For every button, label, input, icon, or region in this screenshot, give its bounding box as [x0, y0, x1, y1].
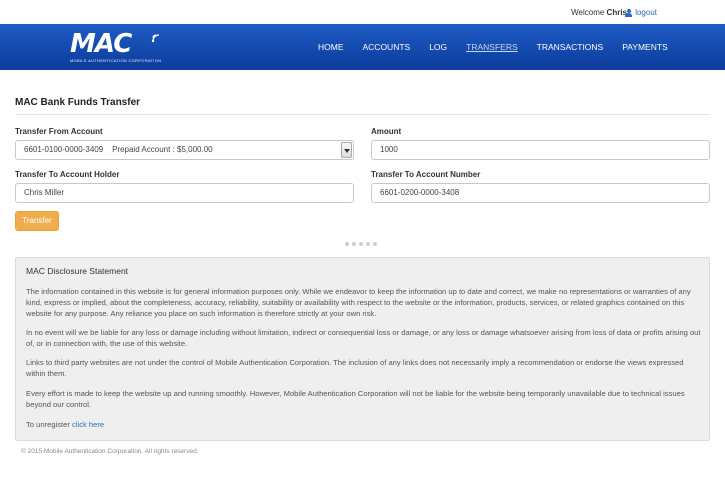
disclosure-paragraph-3: Links to third party websites are not un… [26, 358, 684, 378]
unregister-prefix: To unregister [26, 420, 70, 429]
pager-dot[interactable] [373, 242, 377, 246]
logout-label: logout [635, 8, 657, 17]
chevron-down-icon[interactable] [341, 142, 352, 158]
pager-dots [345, 242, 377, 246]
main-navbar: MAC MOBILE AUTHENTICATION CORPORATION HO… [0, 24, 725, 70]
transfer-button[interactable]: Transfer [15, 211, 59, 231]
disclosure-paragraph-4: Every effort is made to keep the website… [26, 389, 685, 409]
welcome-prefix: Welcome [571, 8, 605, 17]
nav-transfers[interactable]: TRANSFERS [466, 42, 517, 52]
amount-input[interactable]: 1000 [371, 140, 710, 160]
divider [15, 114, 710, 115]
nav-log[interactable]: LOG [429, 42, 447, 52]
logo-subtitle: MOBILE AUTHENTICATION CORPORATION [70, 58, 162, 63]
nav-home[interactable]: HOME [318, 42, 344, 52]
top-bar: Welcome Chris logout [0, 0, 725, 24]
from-account-value: 6601-0100-0000-3409 Prepaid Account : $5… [24, 145, 213, 154]
account-number-label: Transfer To Account Number [371, 170, 481, 179]
disclosure-paragraph-1: The information contained in this websit… [26, 287, 691, 318]
nav-transactions[interactable]: TRANSACTIONS [537, 42, 604, 52]
user-icon [625, 8, 633, 17]
logout-link[interactable]: logout [625, 8, 657, 17]
nav-payments[interactable]: PAYMENTS [622, 42, 668, 52]
pager-dot[interactable] [366, 242, 370, 246]
disclosure-paragraph-2: In no event will we be liable for any lo… [26, 328, 701, 348]
amount-label: Amount [371, 127, 402, 136]
signal-wave-icon [151, 34, 160, 43]
pager-dot[interactable] [345, 242, 349, 246]
from-account-label: Transfer From Account [15, 127, 103, 136]
pager-dot[interactable] [352, 242, 356, 246]
nav-menu: HOME ACCOUNTS LOG TRANSFERS TRANSACTIONS… [318, 42, 687, 52]
unregister-line: To unregister click here [26, 419, 701, 430]
welcome-text: Welcome Chris [571, 8, 627, 17]
logo-mark: MAC [70, 29, 132, 59]
username: Chris [606, 8, 627, 17]
from-account-select[interactable]: 6601-0100-0000-3409 Prepaid Account : $5… [15, 140, 354, 160]
disclosure-panel: MAC Disclosure Statement The information… [15, 257, 710, 441]
account-number-input[interactable]: 6601-0200-0000-3408 [371, 183, 710, 203]
footer-copyright: © 2015 Mobile Authentication Corporation… [21, 448, 199, 455]
unregister-link[interactable]: click here [72, 420, 104, 429]
nav-accounts[interactable]: ACCOUNTS [363, 42, 411, 52]
disclosure-heading: MAC Disclosure Statement [26, 266, 129, 276]
holder-input[interactable]: Chris Miller [15, 183, 354, 203]
pager-dot[interactable] [359, 242, 363, 246]
page-title: MAC Bank Funds Transfer [15, 97, 141, 108]
logo[interactable]: MAC MOBILE AUTHENTICATION CORPORATION [70, 28, 170, 66]
holder-label: Transfer To Account Holder [15, 170, 120, 179]
